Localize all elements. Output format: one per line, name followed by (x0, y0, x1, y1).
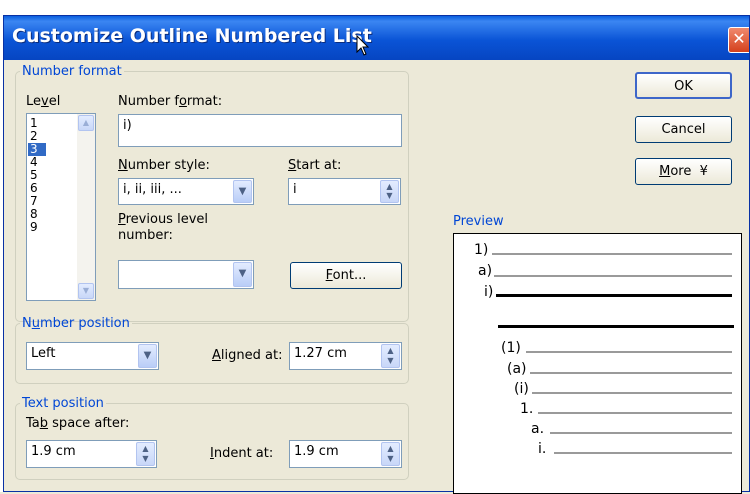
spin-up-icon[interactable]: ▲ (382, 444, 399, 454)
preview-entry-6: (i) (514, 381, 529, 397)
scroll-up-icon[interactable]: ▲ (78, 115, 94, 131)
spin-down-icon[interactable]: ▼ (137, 454, 154, 464)
title-bar[interactable]: Customize Outline Numbered List ✕ (4, 16, 749, 60)
preview-entry-5: (a) (507, 361, 527, 377)
chevron-down-icon[interactable]: ▼ (138, 344, 157, 368)
number-position-legend: Number position (22, 316, 130, 331)
level-label: Level (26, 94, 61, 109)
screen: Customize Outline Numbered List ✕ Number… (0, 0, 750, 494)
preview-entry-2: a) (478, 263, 493, 279)
preview-line (538, 412, 732, 414)
preview-line (526, 351, 732, 353)
chevron-down-icon[interactable]: ▼ (233, 180, 252, 203)
start-at-value: i (293, 182, 297, 197)
preview-line (530, 372, 732, 374)
preview-line (492, 253, 732, 255)
number-style-select[interactable]: i, ii, iii, ... ▼ (118, 178, 254, 205)
preview-line (532, 392, 732, 394)
number-alignment-select[interactable]: Left ▼ (26, 342, 159, 370)
ok-label: OK (674, 79, 693, 94)
preview-entry-3: i) (484, 284, 494, 300)
preview-entry-1: 1) (474, 242, 489, 258)
scroll-down-icon[interactable]: ▼ (78, 283, 94, 299)
previous-level-label-line2: number: (118, 228, 173, 243)
spin-buttons[interactable]: ▲ ▼ (381, 442, 400, 466)
number-style-value: i, ii, iii, ... (123, 182, 182, 197)
more-button[interactable]: More ¥ (635, 158, 732, 185)
indent-at-value: 1.9 cm (294, 444, 339, 459)
spin-down-icon[interactable]: ▼ (382, 356, 399, 366)
preview-entry-8: a. (531, 421, 545, 437)
level-scrollbar[interactable]: ▲ ▼ (77, 114, 95, 300)
number-format-value: i) (123, 118, 132, 133)
previous-level-label: Previous level number: (118, 212, 208, 243)
preview-line (550, 432, 732, 434)
spin-down-icon[interactable]: ▼ (381, 191, 398, 201)
level-item-9[interactable]: 9 (28, 221, 46, 234)
more-label: M (659, 164, 671, 179)
number-format-label: Number format: (118, 94, 223, 109)
number-style-label: Number style: (118, 158, 210, 173)
ok-button[interactable]: OK (635, 72, 732, 99)
cancel-label: Cancel (661, 122, 706, 137)
preview-entry-4: (1) (501, 340, 521, 356)
more-icon: ¥ (699, 164, 708, 179)
preview-entry-9: i. (538, 441, 547, 457)
preview-entry-7: 1. (520, 401, 534, 417)
start-at-spinner[interactable]: i ▲ ▼ (288, 178, 401, 205)
spin-buttons[interactable]: ▲ ▼ (380, 180, 399, 203)
close-icon: ✕ (732, 29, 746, 48)
preview-line (494, 275, 732, 277)
chevron-down-icon[interactable]: ▼ (233, 262, 252, 287)
preview-line (554, 452, 732, 454)
preview-label: Preview (453, 214, 504, 229)
aligned-at-label: Aligned at: (212, 348, 283, 363)
number-format-legend: Number format (22, 64, 122, 79)
tab-space-label: Tab space after: (26, 416, 130, 431)
more-label-rest: ore (670, 164, 692, 179)
tab-space-value: 1.9 cm (31, 444, 76, 459)
preview-line (496, 294, 732, 297)
aligned-at-spinner[interactable]: 1.27 cm ▲ ▼ (289, 342, 402, 370)
level-listbox[interactable]: 123456789 ▲ ▼ (26, 113, 96, 301)
preview-box: 1) a) i) (1) (a) (i) 1. a. i. (453, 233, 742, 494)
preview-line (498, 325, 734, 328)
font-button[interactable]: Font... (290, 262, 402, 289)
spin-down-icon[interactable]: ▼ (382, 454, 399, 464)
indent-at-spinner[interactable]: 1.9 cm ▲ ▼ (289, 440, 402, 468)
tab-space-spinner[interactable]: 1.9 cm ▲ ▼ (26, 440, 157, 468)
spin-up-icon[interactable]: ▲ (137, 444, 154, 454)
dialog-title: Customize Outline Numbered List (12, 25, 372, 47)
close-button[interactable]: ✕ (728, 27, 749, 53)
spin-buttons[interactable]: ▲ ▼ (381, 344, 400, 368)
cancel-button[interactable]: Cancel (635, 116, 732, 143)
spin-up-icon[interactable]: ▲ (382, 346, 399, 356)
customize-outline-dialog: Customize Outline Numbered List ✕ Number… (3, 15, 750, 494)
previous-level-select[interactable]: ▼ (118, 260, 254, 289)
mouse-cursor-icon (356, 35, 370, 56)
indent-at-label: Indent at: (210, 446, 274, 461)
spin-buttons[interactable]: ▲ ▼ (136, 442, 155, 466)
number-format-input[interactable]: i) (118, 114, 402, 147)
number-alignment-value: Left (31, 346, 56, 361)
text-position-legend: Text position (22, 396, 104, 411)
aligned-at-value: 1.27 cm (294, 346, 347, 361)
start-at-label: Start at: (288, 158, 342, 173)
level-list: 123456789 (28, 117, 46, 234)
